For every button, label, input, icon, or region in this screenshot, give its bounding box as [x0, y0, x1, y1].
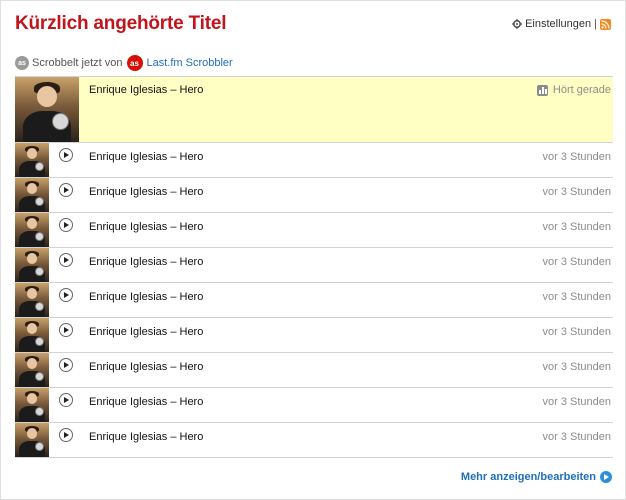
audioscrobbler-icon: as — [15, 56, 29, 70]
track-name[interactable]: Enrique Iglesias – Hero — [89, 256, 203, 268]
scrobbler-link[interactable]: Last.fm Scrobbler — [147, 57, 233, 69]
album-cover[interactable] — [15, 388, 49, 422]
now-playing-row[interactable]: Enrique Iglesias – Hero Hört gerade — [15, 77, 613, 143]
album-cover[interactable] — [15, 423, 49, 457]
now-playing-status: Hört gerade — [536, 84, 611, 96]
track-name[interactable]: Enrique Iglesias – Hero — [89, 431, 203, 443]
played-time: vor 3 Stunden — [542, 361, 612, 373]
track-name[interactable]: Enrique Iglesias – Hero — [89, 291, 203, 303]
track-name[interactable]: Enrique Iglesias – Hero — [89, 326, 203, 338]
track-row[interactable]: Enrique Iglesias – Hero vor 3 Stunden — [15, 143, 613, 178]
track-row[interactable]: Enrique Iglesias – Hero vor 3 Stunden — [15, 388, 613, 423]
track-name[interactable]: Enrique Iglesias – Hero — [89, 361, 203, 373]
track-name[interactable]: Enrique Iglesias – Hero — [89, 396, 203, 408]
track-row[interactable]: Enrique Iglesias – Hero vor 3 Stunden — [15, 318, 613, 353]
track-row[interactable]: Enrique Iglesias – Hero vor 3 Stunden — [15, 178, 613, 213]
track-row[interactable]: Enrique Iglesias – Hero vor 3 Stunden — [15, 213, 613, 248]
status-label: Hört gerade — [552, 84, 611, 96]
settings-bar: Einstellungen | — [512, 18, 611, 30]
play-icon[interactable] — [59, 428, 73, 442]
album-cover[interactable] — [15, 283, 49, 317]
play-icon[interactable] — [59, 393, 73, 407]
track-row[interactable]: Enrique Iglesias – Hero vor 3 Stunden — [15, 248, 613, 283]
played-time: vor 3 Stunden — [542, 396, 612, 408]
track-name[interactable]: Enrique Iglesias – Hero — [89, 84, 203, 96]
lastfm-icon[interactable]: as — [126, 55, 143, 71]
gear-icon[interactable] — [512, 19, 523, 29]
played-time: vor 3 Stunden — [542, 186, 612, 198]
played-time: vor 3 Stunden — [542, 326, 612, 338]
played-time: vor 3 Stunden — [542, 291, 612, 303]
album-cover[interactable] — [15, 353, 49, 387]
album-cover[interactable] — [15, 248, 49, 282]
arrow-right-icon[interactable] — [600, 471, 612, 483]
settings-link[interactable]: Einstellungen — [525, 18, 591, 30]
track-row[interactable]: Enrique Iglesias – Hero vor 3 Stunden — [15, 423, 613, 458]
played-time: vor 3 Stunden — [542, 151, 612, 163]
album-cover[interactable] — [15, 143, 49, 177]
track-row[interactable]: Enrique Iglesias – Hero vor 3 Stunden — [15, 283, 613, 318]
page-header: Kürzlich angehörte Titel Einstellungen | — [15, 13, 611, 37]
play-icon[interactable] — [59, 148, 73, 162]
track-name[interactable]: Enrique Iglesias – Hero — [89, 221, 203, 233]
played-time: vor 3 Stunden — [542, 221, 612, 233]
album-cover[interactable] — [15, 213, 49, 247]
album-cover[interactable] — [15, 178, 49, 212]
rss-icon[interactable] — [600, 18, 611, 30]
play-icon[interactable] — [59, 358, 73, 372]
track-row[interactable]: Enrique Iglesias – Hero vor 3 Stunden — [15, 353, 613, 388]
equalizer-icon — [536, 84, 548, 96]
track-name[interactable]: Enrique Iglesias – Hero — [89, 186, 203, 198]
album-cover[interactable] — [15, 318, 49, 352]
album-cover[interactable] — [15, 77, 79, 142]
play-icon[interactable] — [59, 253, 73, 267]
play-icon[interactable] — [59, 323, 73, 337]
played-time: vor 3 Stunden — [542, 256, 612, 268]
recent-tracks-list: Enrique Iglesias – Hero Hört gerade Enri… — [15, 76, 613, 458]
play-icon[interactable] — [59, 288, 73, 302]
track-name[interactable]: Enrique Iglesias – Hero — [89, 151, 203, 163]
play-icon[interactable] — [59, 218, 73, 232]
separator: | — [594, 18, 597, 30]
more-label[interactable]: Mehr anzeigen/bearbeiten — [461, 471, 596, 483]
scrobble-prefix: Scrobbelt jetzt von — [32, 57, 123, 69]
scrobble-source: as Scrobbelt jetzt von as Last.fm Scrobb… — [15, 55, 233, 71]
play-icon[interactable] — [59, 183, 73, 197]
page-title: Kürzlich angehörte Titel — [15, 13, 227, 34]
more-link[interactable]: Mehr anzeigen/bearbeiten — [461, 471, 612, 483]
played-time: vor 3 Stunden — [542, 431, 612, 443]
